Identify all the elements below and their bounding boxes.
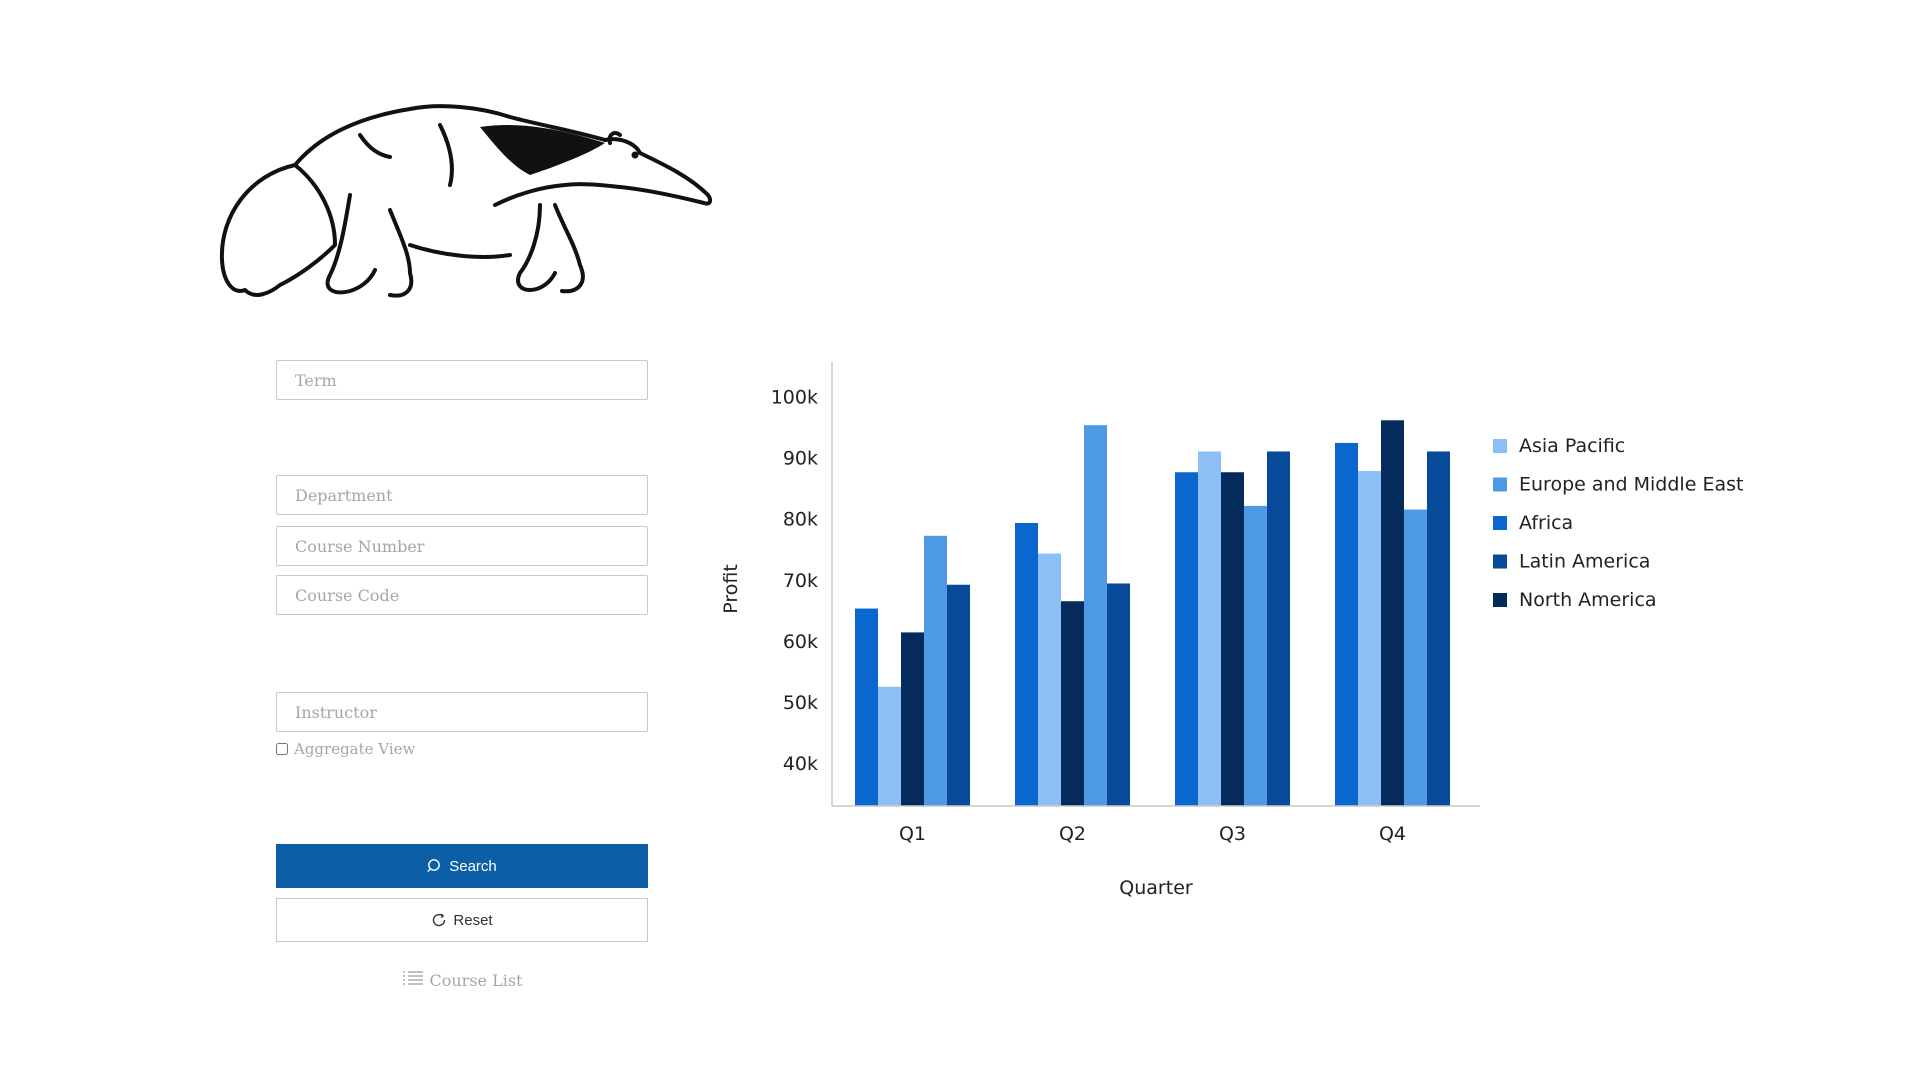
y-tick-label: 70k	[783, 570, 818, 592]
y-axis-ticks: 40k 50k 60k 70k 80k 90k 100k	[771, 386, 818, 775]
y-tick-label: 40k	[783, 753, 818, 775]
bar	[1198, 451, 1221, 806]
bar	[878, 686, 901, 806]
legend-label: Africa	[1519, 512, 1573, 534]
y-tick-label: 60k	[783, 631, 818, 653]
x-tick-label: Q3	[1219, 823, 1246, 845]
bar	[855, 608, 878, 806]
y-tick-label: 80k	[783, 509, 818, 531]
y-tick-label: 50k	[783, 692, 818, 714]
bar	[1427, 451, 1450, 806]
x-tick-label: Q1	[899, 823, 926, 845]
x-tick-label: Q2	[1059, 823, 1086, 845]
legend-label: Asia Pacific	[1519, 435, 1625, 457]
bar	[1221, 472, 1244, 806]
anteater-logo-drawing	[219, 104, 713, 298]
bar	[1267, 451, 1290, 806]
legend-swatch	[1493, 554, 1507, 569]
reset-button[interactable]: Reset	[276, 898, 648, 942]
y-axis-label: Profit	[720, 564, 742, 614]
search-button[interactable]: Search	[276, 844, 648, 888]
course-number-field[interactable]	[276, 526, 648, 566]
bar	[1335, 442, 1358, 806]
bar	[924, 535, 947, 806]
bar	[901, 632, 924, 806]
x-axis-label: Quarter	[1119, 877, 1193, 899]
x-tick-label: Q4	[1379, 823, 1406, 845]
profit-chart: 40k 50k 60k 70k 80k 90k 100k Q1 Q2 Q3 Q4 Profit Q…	[720, 362, 1743, 899]
legend-label: Europe and Middle East	[1519, 474, 1743, 496]
reset-button-label: Reset	[453, 911, 493, 929]
legend-swatch	[1493, 439, 1507, 453]
course-list-label: Course List	[429, 970, 523, 990]
instructor-field[interactable]	[276, 692, 648, 732]
department-field[interactable]	[276, 475, 648, 515]
legend-label: Latin America	[1519, 551, 1650, 573]
bar	[1175, 472, 1198, 806]
list-icon	[402, 970, 424, 990]
anteater-logo	[210, 95, 720, 310]
search-button-label: Search	[449, 857, 497, 875]
course-list-link[interactable]: Course List	[276, 968, 648, 992]
legend-swatch	[1493, 516, 1507, 530]
bar	[947, 584, 970, 806]
legend-swatch	[1493, 593, 1507, 607]
bar	[1244, 505, 1267, 806]
chart-bars	[855, 420, 1450, 806]
bar	[1015, 522, 1038, 806]
chart-legend: Asia Pacific Europe and Middle East Africa…	[1493, 435, 1743, 611]
y-tick-label: 90k	[783, 448, 818, 470]
legend-label: North America	[1519, 589, 1657, 611]
term-field[interactable]	[276, 360, 648, 400]
bar	[1381, 420, 1404, 806]
bar	[1061, 601, 1084, 806]
y-tick-label: 100k	[771, 386, 818, 408]
course-code-field[interactable]	[276, 575, 648, 615]
refresh-icon	[431, 912, 447, 928]
bar	[1107, 583, 1130, 806]
aggregate-view-option[interactable]: Aggregate View	[276, 740, 415, 758]
bar	[1404, 509, 1427, 806]
aggregate-view-label: Aggregate View	[294, 740, 416, 758]
x-axis-ticks: Q1 Q2 Q3 Q4	[899, 823, 1406, 845]
aggregate-view-checkbox[interactable]	[276, 743, 288, 755]
search-icon	[427, 858, 443, 874]
legend-swatch	[1493, 477, 1507, 492]
bar	[1084, 425, 1107, 806]
bar	[1358, 471, 1381, 806]
bar	[1038, 553, 1061, 806]
